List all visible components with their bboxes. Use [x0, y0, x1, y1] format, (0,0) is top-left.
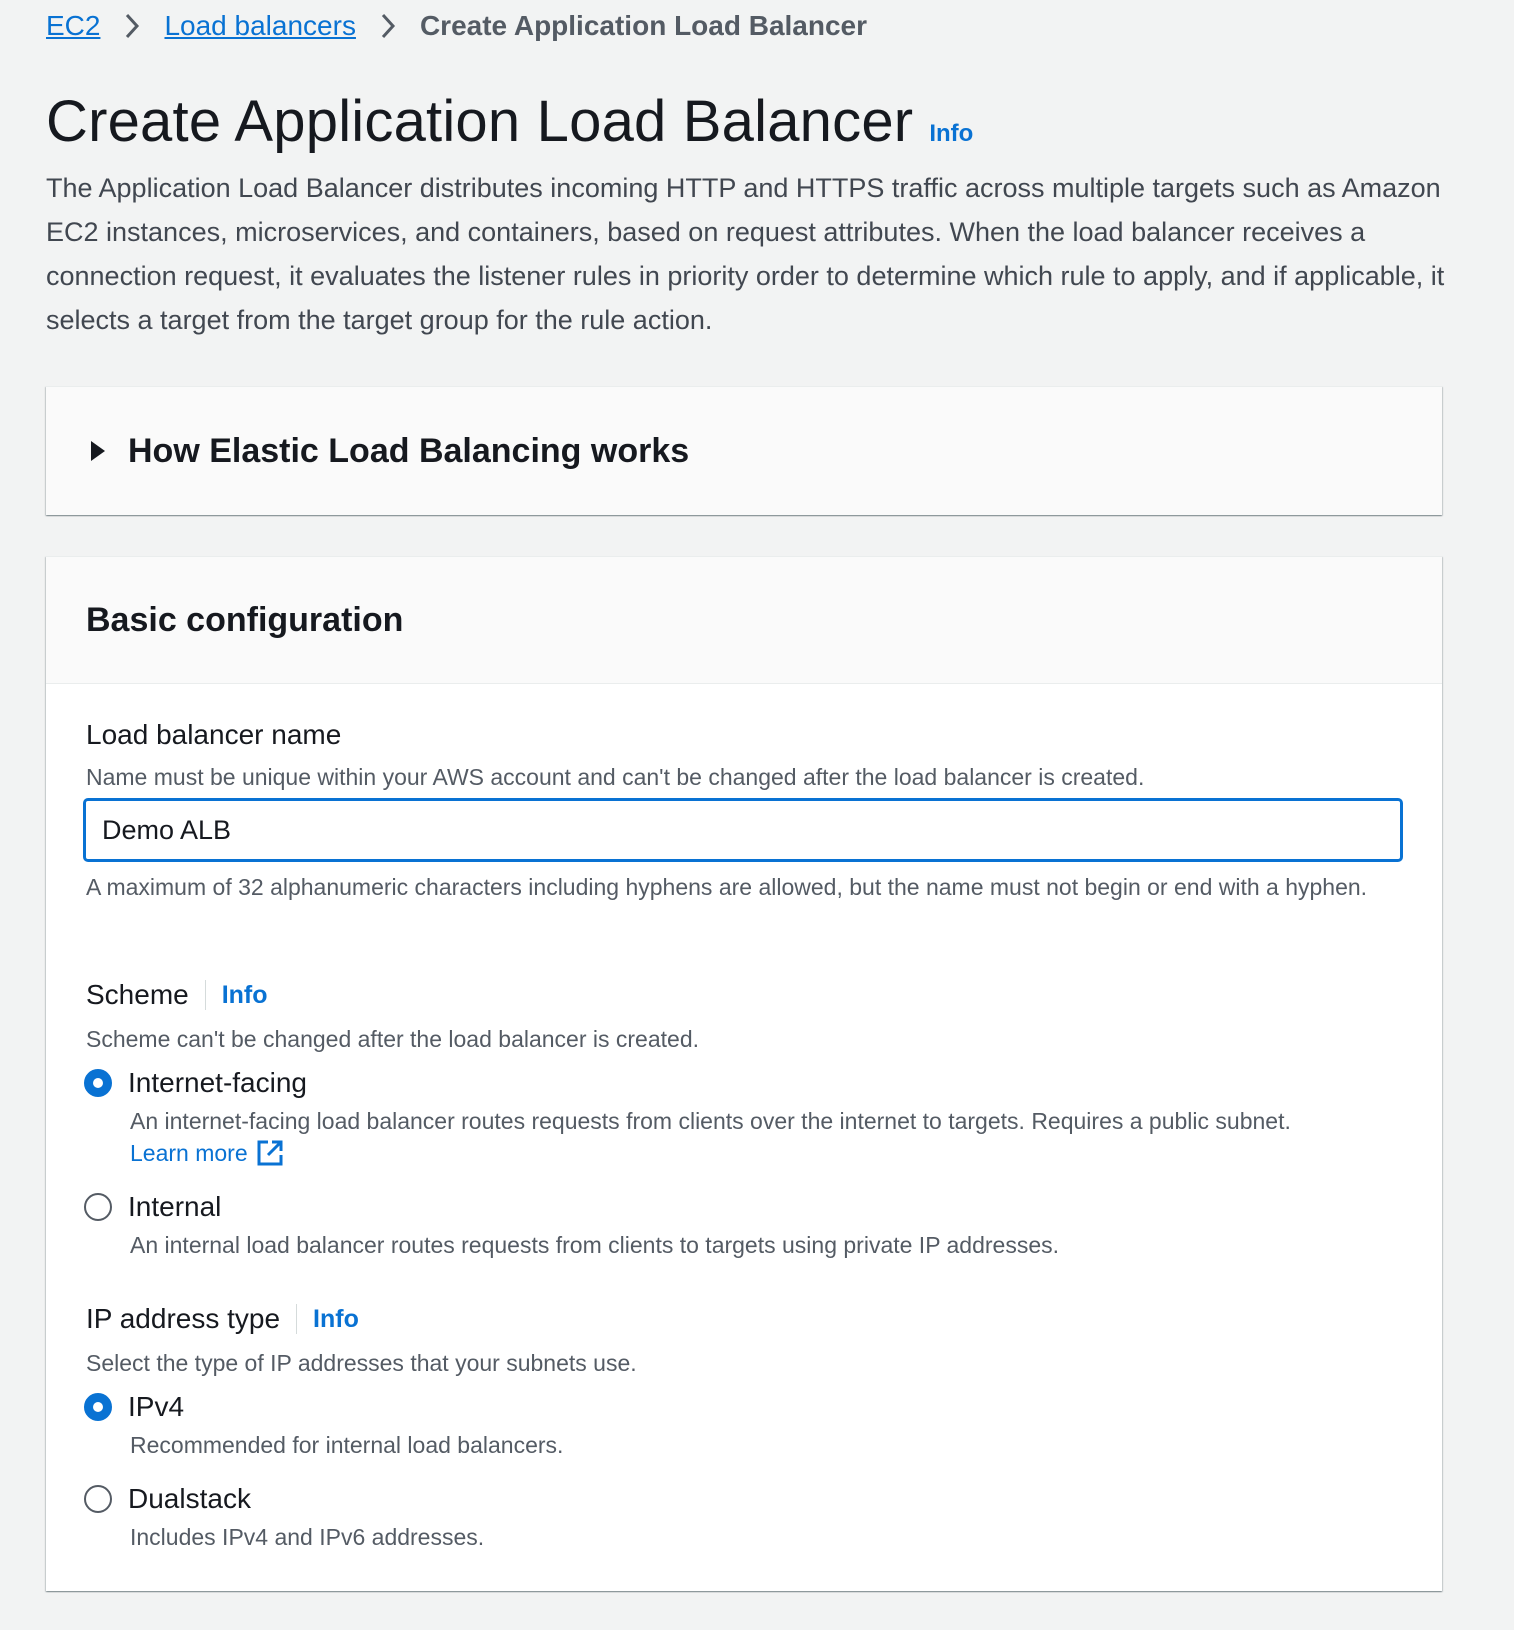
ip-address-type-label: IP address type — [86, 1303, 281, 1334]
ipv4-label: IPv4 — [128, 1391, 185, 1422]
ipv4-description: Recommended for internal load balancers. — [130, 1432, 564, 1458]
internal-description: An internal load balancer routes request… — [130, 1232, 1060, 1258]
how-elb-works-expander[interactable]: How Elastic Load Balancing works — [46, 386, 1442, 515]
basic-configuration-panel: Basic configuration Load balancer name N… — [46, 556, 1442, 1591]
load-balancer-name-label: Load balancer name — [86, 719, 342, 750]
ip-address-type-label-row: IP address type Info — [86, 1303, 359, 1335]
caret-right-icon — [88, 438, 108, 464]
divider — [204, 980, 206, 1010]
breadcrumb-current: Create Application Load Balancer — [419, 10, 868, 41]
ip-address-type-info-link[interactable]: Info — [313, 1305, 359, 1334]
radio-checked-icon — [84, 1393, 112, 1421]
chevron-right-icon — [356, 6, 420, 46]
page-description: The Application Load Balancer distribute… — [46, 173, 1445, 335]
external-link-icon — [256, 1139, 284, 1175]
learn-more-label: Learn more — [130, 1140, 248, 1166]
radio-checked-icon — [84, 1069, 112, 1097]
scheme-internal-radio[interactable]: Internal — [84, 1191, 221, 1223]
load-balancer-name-description: Name must be unique within your AWS acco… — [86, 764, 1145, 790]
scheme-label-row: Scheme Info — [86, 979, 268, 1011]
breadcrumb-load-balancers-link[interactable]: Load balancers — [164, 10, 355, 42]
ip-type-dualstack-radio[interactable]: Dualstack — [84, 1483, 251, 1515]
scheme-internet-facing-radio[interactable]: Internet-facing — [84, 1067, 307, 1099]
load-balancer-name-input[interactable] — [84, 799, 1402, 861]
ip-type-ipv4-radio[interactable]: IPv4 — [84, 1391, 184, 1423]
radio-unchecked-icon — [84, 1485, 112, 1513]
dualstack-description: Includes IPv4 and IPv6 addresses. — [130, 1524, 485, 1550]
internet-facing-description: An internet-facing load balancer routes … — [130, 1105, 1330, 1175]
how-elb-works-title: How Elastic Load Balancing works — [128, 431, 690, 470]
scheme-info-link[interactable]: Info — [222, 981, 268, 1010]
chevron-right-icon — [100, 6, 164, 46]
basic-configuration-header: Basic configuration — [46, 557, 1442, 684]
page-info-link[interactable]: Info — [929, 120, 973, 148]
load-balancer-name-constraint: A maximum of 32 alphanumeric characters … — [86, 874, 1368, 900]
internet-facing-description-text: An internet-facing load balancer routes … — [130, 1108, 1291, 1134]
dualstack-label: Dualstack — [128, 1483, 251, 1514]
scheme-label: Scheme — [86, 979, 189, 1010]
radio-unchecked-icon — [84, 1193, 112, 1221]
breadcrumb: EC2 Load balancers Create Application Lo… — [46, 6, 867, 46]
internal-label: Internal — [128, 1191, 222, 1222]
basic-configuration-title: Basic configuration — [86, 600, 404, 639]
internet-facing-label: Internet-facing — [128, 1067, 307, 1098]
page-header: Create Application Load Balancer Info — [46, 88, 973, 155]
ip-address-type-description: Select the type of IP addresses that you… — [86, 1350, 637, 1376]
scheme-description: Scheme can't be changed after the load b… — [86, 1026, 700, 1052]
learn-more-link[interactable]: Learn more — [130, 1140, 284, 1166]
divider — [296, 1304, 298, 1334]
page-title: Create Application Load Balancer — [46, 89, 914, 154]
breadcrumb-ec2-link[interactable]: EC2 — [46, 10, 100, 42]
